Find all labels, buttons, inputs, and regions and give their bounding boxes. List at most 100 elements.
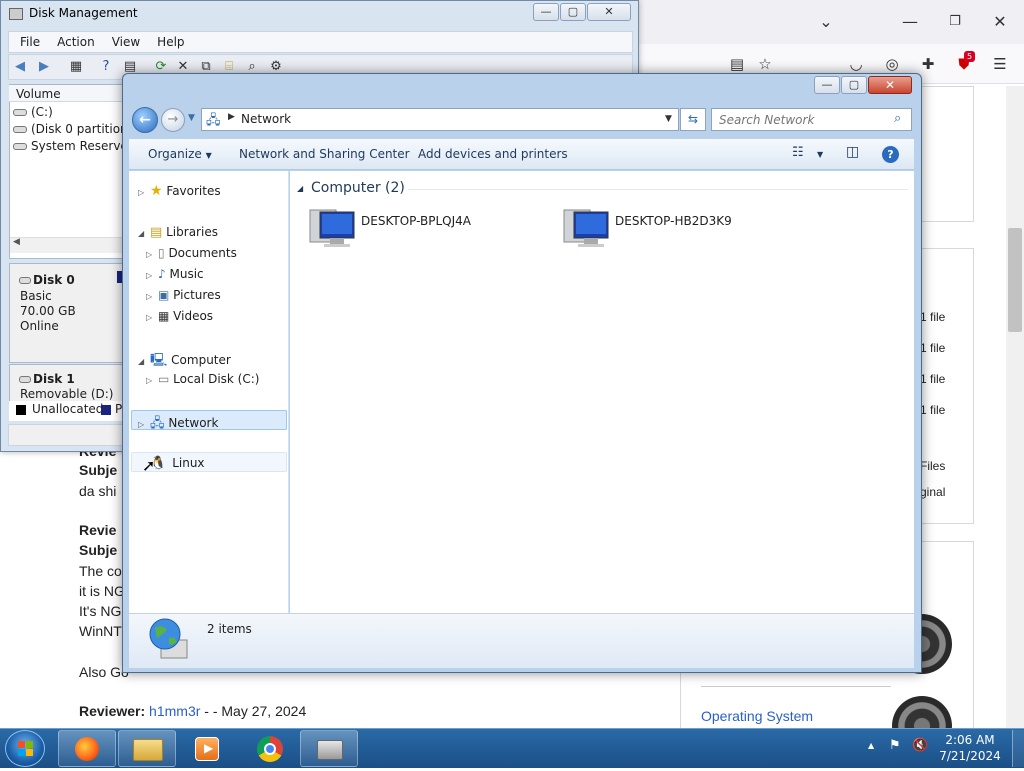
reader-view-icon[interactable]: ▤ bbox=[727, 54, 747, 74]
expand-icon[interactable]: ▷ bbox=[146, 313, 158, 322]
disk-icon bbox=[19, 277, 31, 284]
firefox-icon bbox=[75, 737, 99, 761]
back-icon[interactable]: ◀ bbox=[11, 58, 29, 76]
nav-network[interactable]: ▷ 🖧 Network bbox=[138, 414, 218, 436]
list-all-tabs-icon[interactable]: ⌄ bbox=[816, 12, 836, 32]
page-scrollbar-thumb[interactable] bbox=[1008, 228, 1022, 332]
expand-icon[interactable]: ▷ bbox=[138, 188, 150, 197]
account-icon[interactable]: ◎ bbox=[882, 54, 902, 74]
nav-videos[interactable]: ▷ ▦ Videos bbox=[146, 309, 213, 323]
nav-documents[interactable]: ▷ ▯ Documents bbox=[146, 246, 237, 260]
disk-management-icon bbox=[9, 8, 23, 20]
menu-file[interactable]: File bbox=[9, 32, 46, 49]
menu-icon[interactable]: ☰ bbox=[990, 54, 1010, 74]
clock[interactable]: 2:06 AM 7/21/2024 bbox=[938, 732, 1002, 764]
breadcrumb-network[interactable]: Network bbox=[241, 112, 291, 126]
recent-pages-icon[interactable]: ▼ bbox=[188, 113, 195, 123]
folder-icon bbox=[133, 739, 163, 761]
close-button[interactable]: ✕ bbox=[587, 3, 631, 21]
bookmark-star-icon[interactable]: ☆ bbox=[755, 54, 775, 74]
expand-icon[interactable]: ▷ bbox=[146, 292, 158, 301]
nav-linux[interactable]: 🐧 Linux bbox=[150, 456, 205, 471]
group-divider bbox=[408, 189, 908, 190]
volume-row[interactable]: (C:) bbox=[13, 105, 53, 119]
nav-local-disk[interactable]: ▷ ▭ Local Disk (C:) bbox=[146, 372, 259, 386]
search-box[interactable]: ⌕ bbox=[711, 108, 912, 131]
minimize-button[interactable]: — bbox=[533, 3, 559, 21]
reviewer-link[interactable]: h1mm3r bbox=[149, 703, 200, 719]
change-view-icon[interactable]: ☷ bbox=[792, 145, 804, 160]
preview-pane-icon[interactable]: ◫ bbox=[846, 144, 859, 160]
nav-favorites[interactable]: ▷ ★ Favorites bbox=[138, 183, 221, 199]
show-hide-tree-icon[interactable]: ▦ bbox=[67, 58, 85, 76]
start-button[interactable] bbox=[5, 730, 45, 767]
address-bar[interactable]: 🖧 ▶ Network ▼ bbox=[201, 108, 679, 131]
taskbar-disk-management[interactable] bbox=[300, 730, 358, 767]
nav-computer[interactable]: ◢ 🖳 Computer bbox=[138, 351, 231, 373]
pocket-icon[interactable]: ◡ bbox=[846, 54, 866, 74]
help-icon[interactable]: ? bbox=[97, 58, 115, 76]
add-devices-button[interactable]: Add devices and printers bbox=[418, 147, 568, 161]
taskbar-firefox[interactable] bbox=[58, 730, 116, 767]
help-icon[interactable]: ? bbox=[882, 146, 899, 163]
computer-icon bbox=[563, 209, 609, 247]
computer-name[interactable]: DESKTOP-BPLQJ4A bbox=[361, 214, 471, 228]
maximize-button[interactable]: ▢ bbox=[841, 76, 867, 94]
expand-icon[interactable]: ▷ bbox=[138, 420, 150, 429]
volume-muted-icon[interactable]: 🔇 bbox=[912, 738, 928, 753]
forward-button[interactable]: → bbox=[161, 108, 185, 132]
search-icon[interactable]: ⌕ bbox=[894, 111, 901, 126]
close-icon[interactable]: ✕ bbox=[990, 12, 1010, 32]
menu-view[interactable]: View bbox=[101, 32, 146, 49]
taskbar-media-player[interactable]: ▶ bbox=[182, 730, 232, 767]
review-text: WinNT bbox=[79, 623, 122, 639]
address-dropdown-icon[interactable]: ▼ bbox=[665, 114, 672, 124]
nav-pictures[interactable]: ▷ ▣ Pictures bbox=[146, 288, 221, 302]
page-scrollbar[interactable] bbox=[1006, 86, 1024, 728]
breadcrumb-separator-icon[interactable]: ▶ bbox=[228, 112, 235, 122]
organize-button[interactable]: Organize ▼ bbox=[148, 147, 212, 161]
network-sharing-center-button[interactable]: Network and Sharing Center bbox=[239, 147, 410, 161]
disk-icon bbox=[19, 376, 31, 383]
back-button[interactable]: ← bbox=[132, 107, 158, 133]
show-hidden-icons[interactable]: ▲ bbox=[868, 741, 874, 750]
disk-1-name: Disk 1 bbox=[19, 372, 75, 386]
computer-name[interactable]: DESKTOP-HB2D3K9 bbox=[615, 214, 732, 228]
refresh-button[interactable]: ⇆ bbox=[680, 108, 706, 131]
libraries-icon: ▤ bbox=[150, 225, 163, 240]
close-button[interactable]: ✕ bbox=[868, 76, 912, 94]
maximize-icon[interactable]: ❐ bbox=[945, 12, 965, 32]
collapse-icon[interactable]: ◢ bbox=[138, 357, 150, 366]
disk-0-name: Disk 0 bbox=[19, 273, 75, 287]
search-input[interactable] bbox=[719, 110, 889, 130]
column-header-volume[interactable]: Volume bbox=[16, 87, 61, 101]
menu-action[interactable]: Action bbox=[46, 32, 101, 49]
collapse-icon[interactable]: ◢ bbox=[138, 229, 150, 238]
group-collapse-icon[interactable]: ◢ bbox=[297, 184, 303, 193]
expand-icon[interactable]: ▷ bbox=[146, 271, 158, 280]
action-center-icon[interactable]: ⚑ bbox=[889, 738, 901, 753]
category-link[interactable]: Operating System bbox=[701, 708, 813, 724]
extensions-icon[interactable]: ✚ bbox=[918, 54, 938, 74]
show-desktop-button[interactable] bbox=[1012, 730, 1024, 767]
nav-music[interactable]: ▷ ♪ Music bbox=[146, 267, 204, 281]
volume-row[interactable]: (Disk 0 partition 3 bbox=[13, 122, 139, 136]
volume-row[interactable]: System Reserved bbox=[13, 139, 135, 153]
nav-libraries[interactable]: ◢ ▤ Libraries bbox=[138, 225, 218, 240]
expand-icon[interactable]: ▷ bbox=[146, 376, 158, 385]
minimize-button[interactable]: — bbox=[814, 76, 840, 94]
taskbar-chrome[interactable] bbox=[244, 730, 296, 767]
minimize-icon[interactable]: — bbox=[900, 12, 920, 32]
computer-item[interactable] bbox=[560, 206, 610, 253]
maximize-button[interactable]: ▢ bbox=[560, 3, 586, 21]
scroll-left-icon[interactable]: ◀ bbox=[13, 237, 20, 247]
mouse-cursor-icon: ➚ bbox=[142, 456, 156, 475]
expand-icon[interactable]: ▷ bbox=[146, 250, 158, 259]
menu-help[interactable]: Help bbox=[146, 32, 190, 49]
computer-item[interactable] bbox=[306, 206, 356, 253]
forward-icon[interactable]: ▶ bbox=[35, 58, 53, 76]
horizontal-scrollbar[interactable] bbox=[10, 237, 124, 253]
taskbar-explorer[interactable] bbox=[118, 730, 176, 767]
group-header[interactable]: Computer (2) bbox=[311, 180, 405, 196]
view-dropdown-icon[interactable]: ▼ bbox=[817, 150, 823, 159]
